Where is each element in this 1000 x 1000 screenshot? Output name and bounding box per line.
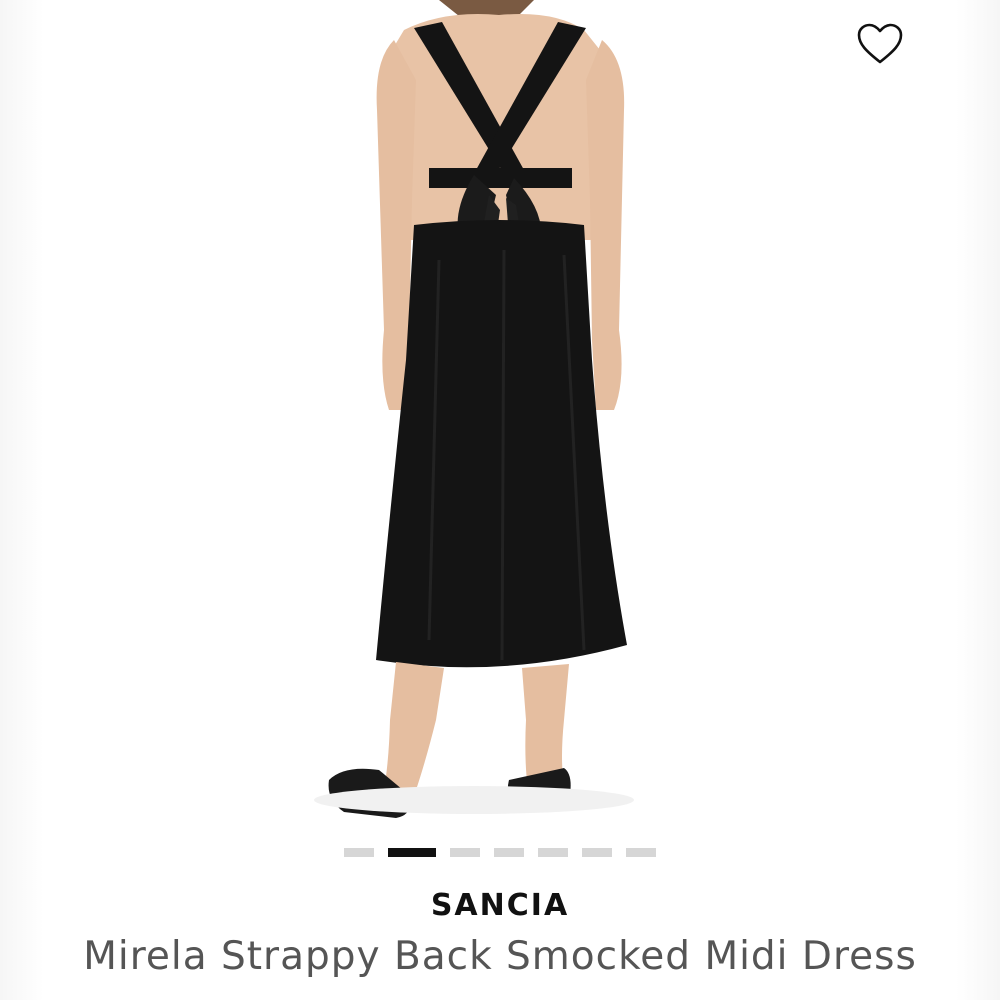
listing-photo-frame: SANCIA Mirela Strappy Back Smocked Midi … <box>0 0 1000 1000</box>
carousel-dot[interactable] <box>450 848 480 857</box>
product-image[interactable] <box>44 0 956 830</box>
carousel-dot[interactable] <box>344 848 374 857</box>
dress-illustration <box>314 0 634 818</box>
floor-shadow <box>314 786 634 814</box>
favorite-button[interactable] <box>852 18 908 70</box>
brand-name[interactable]: SANCIA <box>0 888 1000 923</box>
heart-outline-icon <box>857 23 903 64</box>
product-title[interactable]: Mirela Strappy Back Smocked Midi Dress <box>0 934 1000 979</box>
carousel-dots <box>0 848 1000 858</box>
carousel-dot[interactable] <box>626 848 656 857</box>
skirt-fold <box>500 249 506 661</box>
carousel-dot[interactable] <box>538 848 568 857</box>
right-arm <box>586 40 625 410</box>
carousel-dot[interactable] <box>494 848 524 857</box>
back-band <box>429 168 572 188</box>
carousel-dot[interactable] <box>582 848 612 857</box>
left-leg <box>384 662 444 790</box>
carousel-dot[interactable] <box>388 848 436 857</box>
